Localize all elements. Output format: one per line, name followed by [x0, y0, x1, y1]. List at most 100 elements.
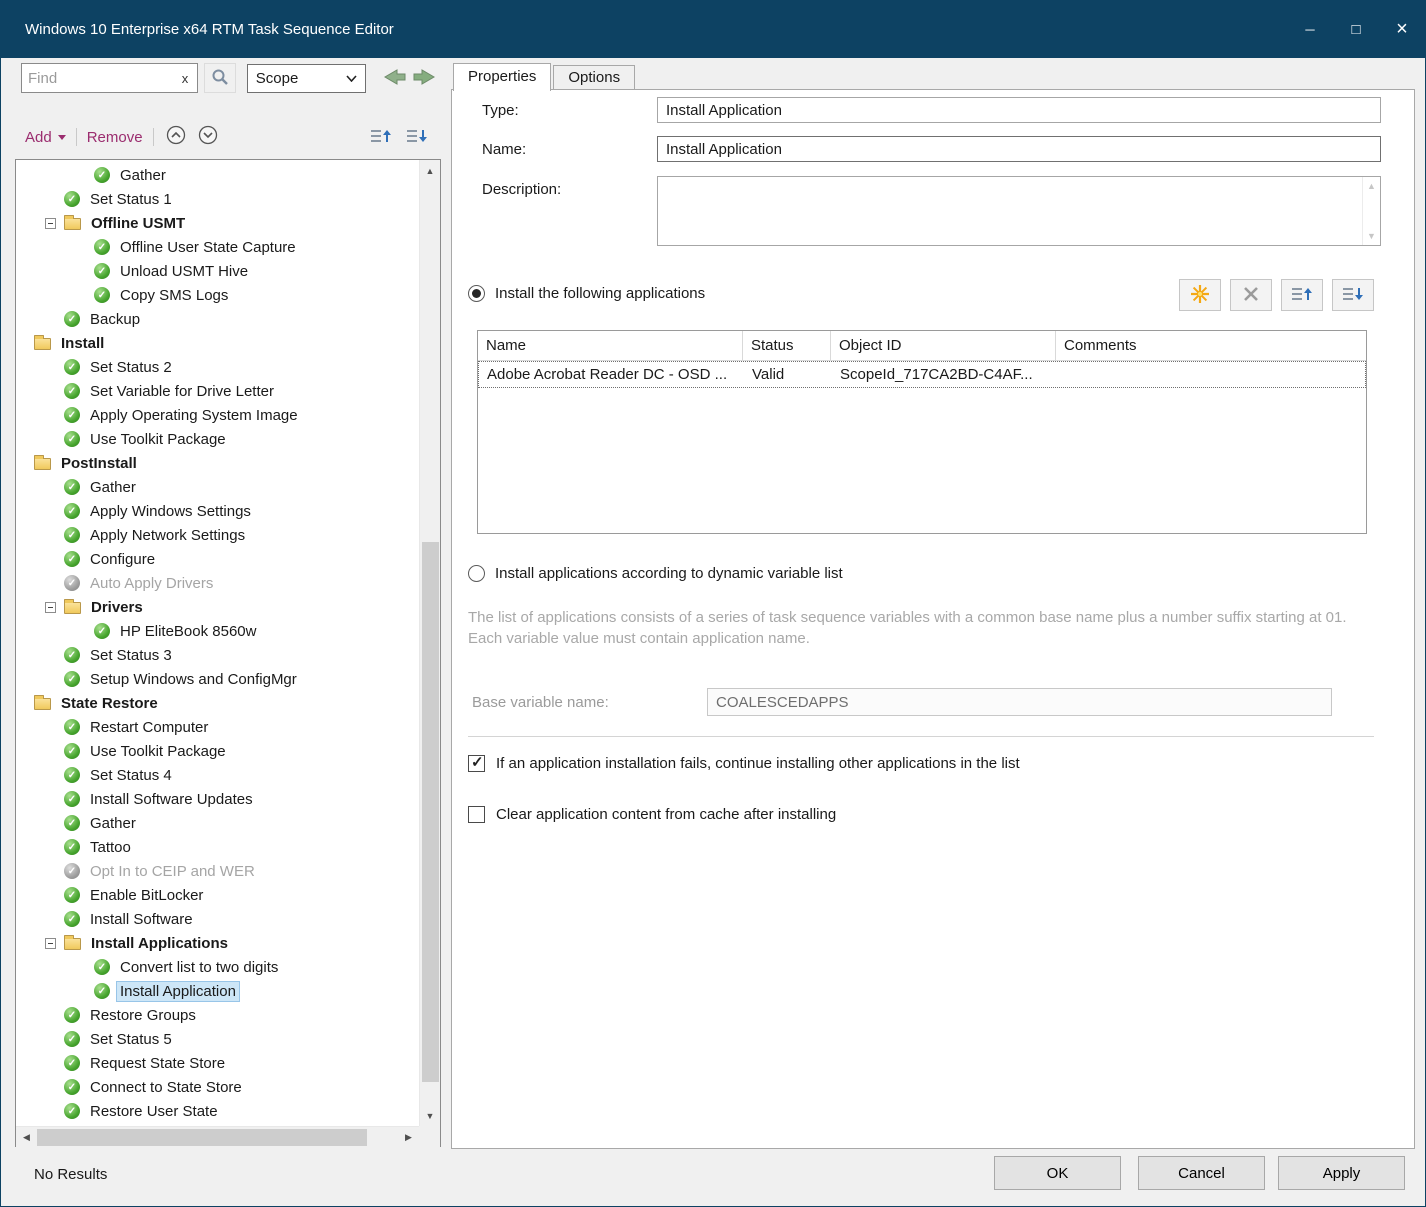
step-check-icon [94, 287, 110, 303]
tree-item[interactable]: HP EliteBook 8560w [16, 619, 419, 643]
install-apps-radio[interactable]: Install the following applications [468, 285, 705, 302]
description-label: Description: [482, 181, 561, 198]
find-previous-button[interactable] [378, 63, 409, 93]
tree-item[interactable]: Install Software Updates [16, 787, 419, 811]
scope-dropdown[interactable]: Scope [247, 64, 366, 93]
tree-collapse-expander-icon[interactable] [45, 938, 56, 949]
minimize-button[interactable] [1287, 1, 1333, 58]
base-variable-field[interactable] [707, 688, 1332, 716]
tree-item-label: Set Status 3 [87, 646, 175, 665]
tree-item[interactable]: Use Toolkit Package [16, 427, 419, 451]
description-scrollbar[interactable] [1362, 177, 1380, 245]
tree-item[interactable]: Auto Apply Drivers [16, 571, 419, 595]
column-header-comments[interactable]: Comments [1056, 331, 1366, 360]
tree-item[interactable]: Set Status 2 [16, 355, 419, 379]
add-button[interactable]: Add [25, 129, 66, 146]
tree-item[interactable]: Offline User State Capture [16, 235, 419, 259]
clear-cache-checkbox[interactable]: Clear application content from cache aft… [468, 806, 836, 823]
scroll-up-arrow-icon[interactable] [1367, 181, 1376, 191]
collapse-all-button[interactable] [164, 125, 188, 149]
tree-item[interactable]: Set Variable for Drive Letter [16, 379, 419, 403]
find-input[interactable] [28, 70, 179, 87]
column-header-name[interactable]: Name [478, 331, 743, 360]
tree-item-label: Set Status 5 [87, 1030, 175, 1049]
search-button[interactable] [204, 63, 236, 93]
horizontal-scrollbar-thumb[interactable] [37, 1129, 367, 1146]
tree-item[interactable]: PostInstall [16, 451, 419, 475]
tree-item[interactable]: Offline USMT [16, 211, 419, 235]
tree-item[interactable]: Install [16, 331, 419, 355]
remove-button-label: Remove [87, 129, 143, 146]
tree-horizontal-scrollbar[interactable] [16, 1126, 419, 1147]
move-step-up-button[interactable] [367, 124, 395, 150]
tree-item-label: Configure [87, 550, 158, 569]
maximize-button[interactable] [1333, 1, 1379, 58]
tree-item[interactable]: Apply Operating System Image [16, 403, 419, 427]
description-field[interactable] [658, 177, 1362, 245]
add-caret-icon [58, 135, 66, 140]
tree-item[interactable]: Restore User State [16, 1099, 419, 1123]
delete-application-button[interactable] [1230, 279, 1272, 311]
tree-item[interactable]: Set Status 3 [16, 643, 419, 667]
tree-item[interactable]: Install Software [16, 907, 419, 931]
step-check-icon [64, 575, 80, 591]
tree-item[interactable]: Set Status 5 [16, 1027, 419, 1051]
move-step-down-button[interactable] [403, 124, 431, 150]
tree-item[interactable]: Backup [16, 307, 419, 331]
tree-item[interactable]: Enable BitLocker [16, 883, 419, 907]
tree-item[interactable]: Set Status 1 [16, 187, 419, 211]
tree-item[interactable]: Opt In to CEIP and WER [16, 859, 419, 883]
tree-item[interactable]: Apply Network Settings [16, 523, 419, 547]
tab-properties[interactable]: Properties [453, 63, 551, 91]
expand-all-button[interactable] [196, 125, 220, 149]
tree-item[interactable]: Gather [16, 475, 419, 499]
vertical-scrollbar-thumb[interactable] [422, 542, 439, 1082]
tree-collapse-expander-icon[interactable] [45, 602, 56, 613]
tree-item[interactable]: Configure [16, 547, 419, 571]
tree-item[interactable]: Restart Computer [16, 715, 419, 739]
application-row[interactable]: Adobe Acrobat Reader DC - OSD ...ValidSc… [478, 361, 1366, 388]
tree-item[interactable]: Setup Windows and ConfigMgr [16, 667, 419, 691]
type-field[interactable] [657, 97, 1381, 123]
tree-item[interactable]: Gather [16, 163, 419, 187]
tree-item[interactable]: Restore Groups [16, 1003, 419, 1027]
clear-find-button[interactable]: x [179, 71, 192, 86]
scroll-up-arrow-icon[interactable] [420, 160, 440, 181]
close-button[interactable] [1379, 1, 1425, 58]
tree-item[interactable]: Apply Windows Settings [16, 499, 419, 523]
tree-item[interactable]: Use Toolkit Package [16, 739, 419, 763]
cancel-button[interactable]: Cancel [1138, 1156, 1265, 1190]
move-application-down-button[interactable] [1332, 279, 1374, 311]
tree-item[interactable]: Request State Store [16, 1051, 419, 1075]
tree-item[interactable]: Convert list to two digits [16, 955, 419, 979]
tab-options[interactable]: Options [553, 65, 635, 90]
continue-on-fail-checkbox[interactable]: If an application installation fails, co… [468, 755, 1020, 772]
column-header-status[interactable]: Status [743, 331, 831, 360]
find-results-status: No Results [34, 1166, 107, 1183]
tree-item[interactable]: Drivers [16, 595, 419, 619]
scroll-down-arrow-icon[interactable] [1367, 231, 1376, 241]
tree-vertical-scrollbar[interactable] [419, 160, 440, 1126]
new-application-button[interactable] [1179, 279, 1221, 311]
remove-button[interactable]: Remove [87, 129, 143, 146]
tree-item[interactable]: Unload USMT Hive [16, 259, 419, 283]
tree-item[interactable]: Copy SMS Logs [16, 283, 419, 307]
tree-item[interactable]: Install Application [16, 979, 419, 1003]
column-header-object-id[interactable]: Object ID [831, 331, 1056, 360]
ok-button[interactable]: OK [994, 1156, 1121, 1190]
tree-item[interactable]: State Restore [16, 691, 419, 715]
dynamic-list-radio[interactable]: Install applications according to dynami… [468, 565, 843, 582]
scroll-right-arrow-icon[interactable] [398, 1127, 419, 1147]
move-application-up-button[interactable] [1281, 279, 1323, 311]
name-field[interactable] [657, 136, 1381, 162]
tree-item[interactable]: Install Applications [16, 931, 419, 955]
tree-item[interactable]: Connect to State Store [16, 1075, 419, 1099]
tree-collapse-expander-icon[interactable] [45, 218, 56, 229]
tree-item[interactable]: Set Status 4 [16, 763, 419, 787]
tree-item[interactable]: Gather [16, 811, 419, 835]
apply-button[interactable]: Apply [1278, 1156, 1405, 1190]
find-next-button[interactable] [410, 63, 441, 93]
tree-item[interactable]: Tattoo [16, 835, 419, 859]
scroll-down-arrow-icon[interactable] [420, 1105, 440, 1126]
scroll-left-arrow-icon[interactable] [16, 1127, 37, 1147]
